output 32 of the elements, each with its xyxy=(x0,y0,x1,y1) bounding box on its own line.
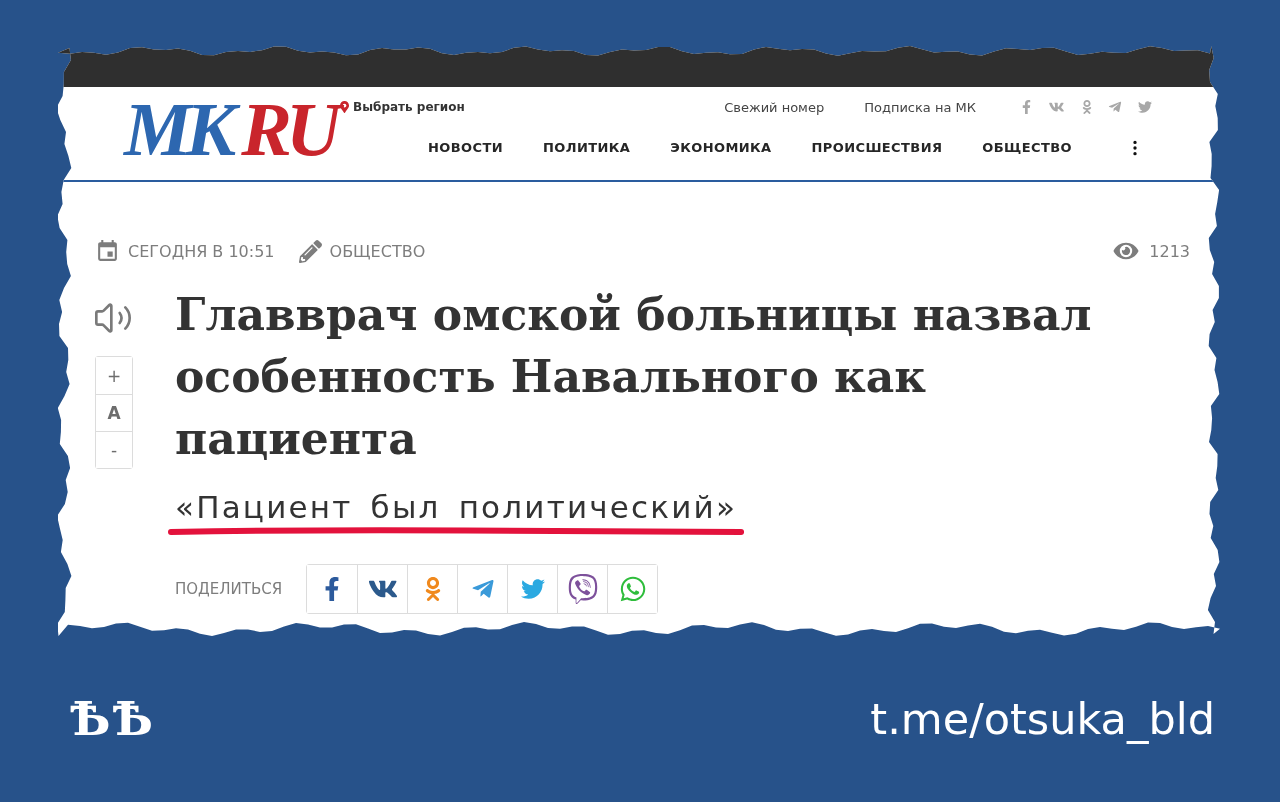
phone-speech-bubble-icon xyxy=(567,574,598,604)
paper-plane-icon xyxy=(470,577,495,601)
logo-text[interactable]: MK xyxy=(122,87,240,172)
article-title: Главврач омской больницы назвал особенность Навального как пациента xyxy=(175,288,1093,466)
nav-link[interactable]: НОВОСТИ xyxy=(428,140,503,155)
font-size-button[interactable]: - xyxy=(96,431,132,468)
stick-figure-icon[interactable] xyxy=(1082,100,1092,114)
location-pin-icon xyxy=(340,101,349,113)
pencil-icon xyxy=(298,239,322,263)
bird-icon xyxy=(520,577,545,601)
top-link[interactable]: Свежий номер xyxy=(724,99,825,115)
publish-date: СЕГОДНЯ В 10:51 xyxy=(128,241,275,261)
logo-text[interactable]: RU xyxy=(239,87,344,172)
rubric-link[interactable]: ОБЩЕСТВО xyxy=(329,241,426,261)
top-link[interactable]: Подписка на МК xyxy=(864,99,976,115)
nav-link[interactable]: ПОЛИТИКА xyxy=(543,140,631,155)
nav-link[interactable]: ЭКОНОМИКА xyxy=(670,140,772,155)
bird-icon[interactable] xyxy=(1138,100,1152,114)
nav-link[interactable]: ПРОИСШЕСТВИЯ xyxy=(811,140,943,155)
paper-plane-icon[interactable] xyxy=(1108,100,1122,114)
calendar-icon xyxy=(95,238,120,264)
channel-logo: ѢѢ xyxy=(70,692,155,746)
nav-link[interactable]: ОБЩЕСТВО xyxy=(982,140,1072,155)
phone-chat-icon xyxy=(618,575,647,603)
view-count: 1213 xyxy=(1149,241,1190,261)
vk-letters-icon[interactable] xyxy=(1047,100,1066,114)
eye-icon xyxy=(1112,240,1141,262)
channel-address: t.me/otsuka_bld xyxy=(870,694,1215,744)
letter-f-icon[interactable] xyxy=(1022,100,1031,114)
region-link[interactable]: Выбрать регион xyxy=(353,100,465,114)
share-label: ПОДЕЛИТЬСЯ xyxy=(175,580,283,598)
article-subtitle: «Пациент был политический» xyxy=(175,488,738,526)
